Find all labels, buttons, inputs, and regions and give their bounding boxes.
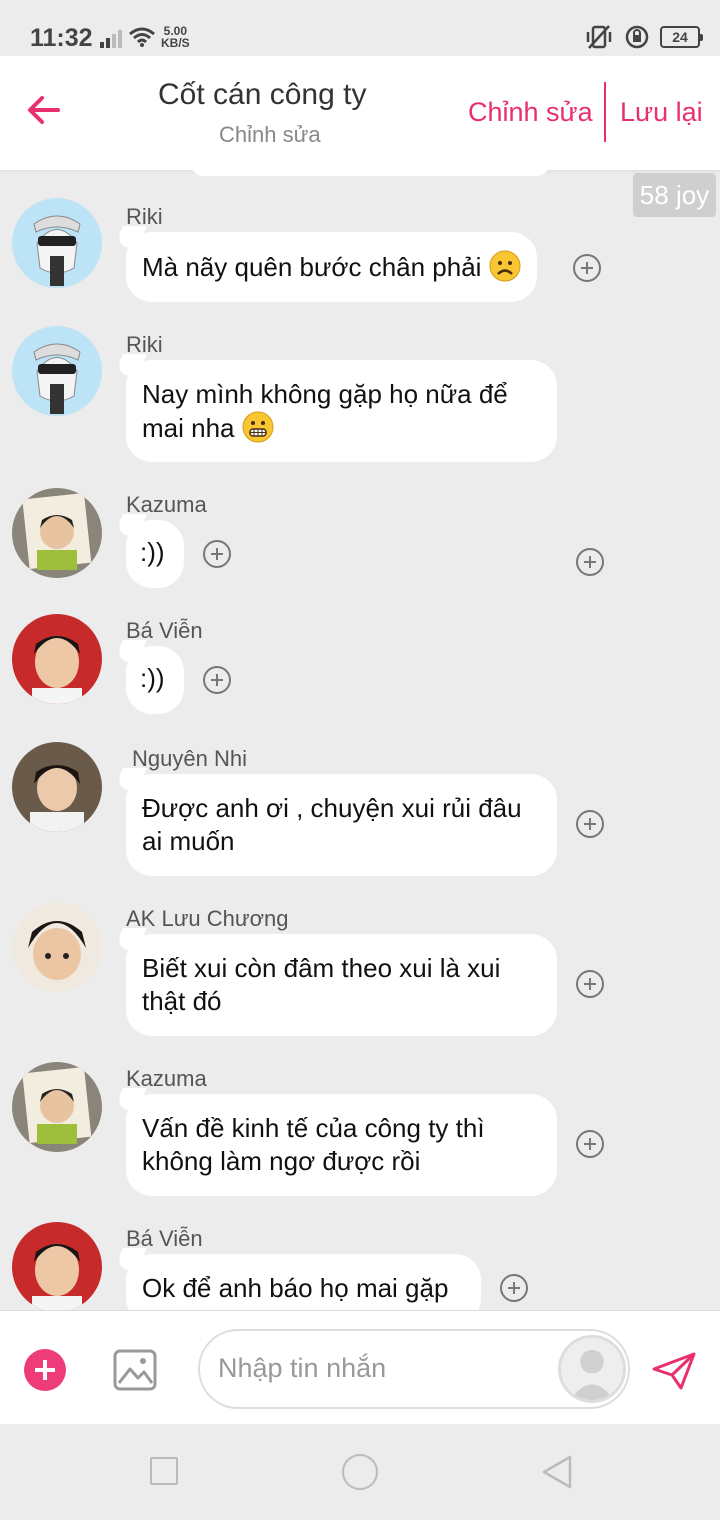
status-bar: 11:32 5.00 KB/S 24 [0, 0, 720, 62]
react-plus-icon[interactable] [576, 1130, 604, 1158]
avatar-ak-luu-chuong[interactable] [12, 902, 102, 992]
react-plus-icon[interactable] [203, 666, 231, 694]
message-text-line: Biết xui còn đâm theo xui là xui [142, 953, 501, 983]
recent-apps-icon[interactable] [150, 1457, 178, 1485]
image-icon[interactable] [113, 1349, 157, 1391]
header-divider [604, 82, 606, 142]
message-text: :)) [140, 537, 165, 567]
message-text: Ok để anh báo họ mai gặp [142, 1273, 449, 1303]
react-plus-icon[interactable] [203, 540, 231, 568]
status-time: 11:32 [30, 24, 93, 52]
save-button[interactable]: Lưu lại [620, 97, 703, 128]
chat-title: Cốt cán công ty [158, 78, 367, 111]
sender-name: AK Lưu Chương [126, 906, 289, 931]
message-text-line: thật đó [142, 986, 222, 1016]
avatar-ba-vien[interactable] [12, 1222, 102, 1310]
message-bubble[interactable]: Được anh ơi , chuyện xui rủi đâu ai muốn [126, 774, 557, 876]
avatar-riki[interactable] [12, 326, 102, 416]
message-text-line: Được anh ơi , chuyện xui rủi đâu [142, 793, 522, 823]
network-speed: 5.00 KB/S [161, 25, 190, 49]
react-plus-icon[interactable] [576, 970, 604, 998]
avatar-riki[interactable] [12, 198, 102, 288]
message-text-line: không làm ngơ được rồi [142, 1146, 421, 1176]
avatar-nguyen-nhi[interactable] [12, 742, 102, 832]
message-bubble[interactable]: Nay mình không gặp họ nữa để mai nha [126, 360, 557, 462]
grimacing-face-icon [242, 411, 274, 443]
vibrate-off-icon [586, 25, 612, 49]
plus-circle-icon[interactable] [24, 1349, 66, 1391]
message-input-placeholder: Nhập tin nhắn [218, 1353, 387, 1383]
sender-name: Nguyên Nhi [132, 746, 247, 771]
send-icon[interactable] [651, 1351, 697, 1391]
chat-subtitle: Chỉnh sửa [219, 122, 321, 147]
message-bubble[interactable]: Mà nãy quên bước chân phải [126, 232, 537, 302]
message-bubble[interactable]: Vấn đề kinh tế của công ty thì không làm… [126, 1094, 557, 1196]
back-arrow-icon[interactable] [24, 90, 64, 130]
message-text-line: mai nha [142, 413, 235, 443]
message-text: Mà nãy quên bước chân phải [142, 252, 482, 282]
message-bubble[interactable]: :)) [126, 646, 184, 714]
avatar-kazuma[interactable] [12, 488, 102, 578]
rotation-lock-icon [625, 25, 649, 49]
react-plus-icon[interactable] [576, 810, 604, 838]
message-text-line: ai muốn [142, 826, 235, 856]
message-composer: Nhập tin nhắn [0, 1310, 720, 1424]
back-triangle-icon[interactable] [540, 1454, 574, 1490]
battery-level: 24 [672, 29, 688, 45]
react-plus-icon[interactable] [500, 1274, 528, 1302]
chat-header: Cốt cán công ty Chỉnh sửa Chỉnh sửa Lưu … [0, 56, 720, 170]
message-bubble[interactable]: Biết xui còn đâm theo xui là xui thật đó [126, 934, 557, 1036]
sticker-avatar-icon[interactable] [558, 1335, 626, 1403]
avatar-kazuma[interactable] [12, 1062, 102, 1152]
battery-icon: 24 [660, 26, 703, 48]
frowning-face-icon [489, 250, 521, 282]
message-input[interactable]: Nhập tin nhắn [198, 1329, 630, 1409]
home-icon[interactable] [342, 1454, 378, 1490]
signal-icon [100, 30, 122, 48]
react-plus-icon[interactable] [576, 548, 604, 576]
message-bubble[interactable]: :)) [126, 520, 184, 588]
edit-button[interactable]: Chỉnh sửa [468, 97, 593, 128]
avatar-ba-vien[interactable] [12, 614, 102, 704]
chat-message-list[interactable]: Riki Mà nãy quên bước chân phải Riki Nay… [0, 170, 720, 1310]
joy-badge: 58 joy [633, 173, 716, 217]
message-bubble[interactable]: Ok để anh báo họ mai gặp [126, 1254, 481, 1310]
message-text-line: Vấn đề kinh tế của công ty thì [142, 1113, 485, 1143]
message-text: :)) [140, 663, 165, 693]
wifi-icon [129, 27, 155, 47]
status-right: 24 [584, 24, 703, 50]
system-nav-bar [0, 1424, 720, 1520]
message-text-line: Nay mình không gặp họ nữa để [142, 379, 508, 409]
previous-bubble-edge [190, 170, 550, 176]
network-speed-unit: KB/S [161, 36, 190, 50]
react-plus-icon[interactable] [573, 254, 601, 282]
